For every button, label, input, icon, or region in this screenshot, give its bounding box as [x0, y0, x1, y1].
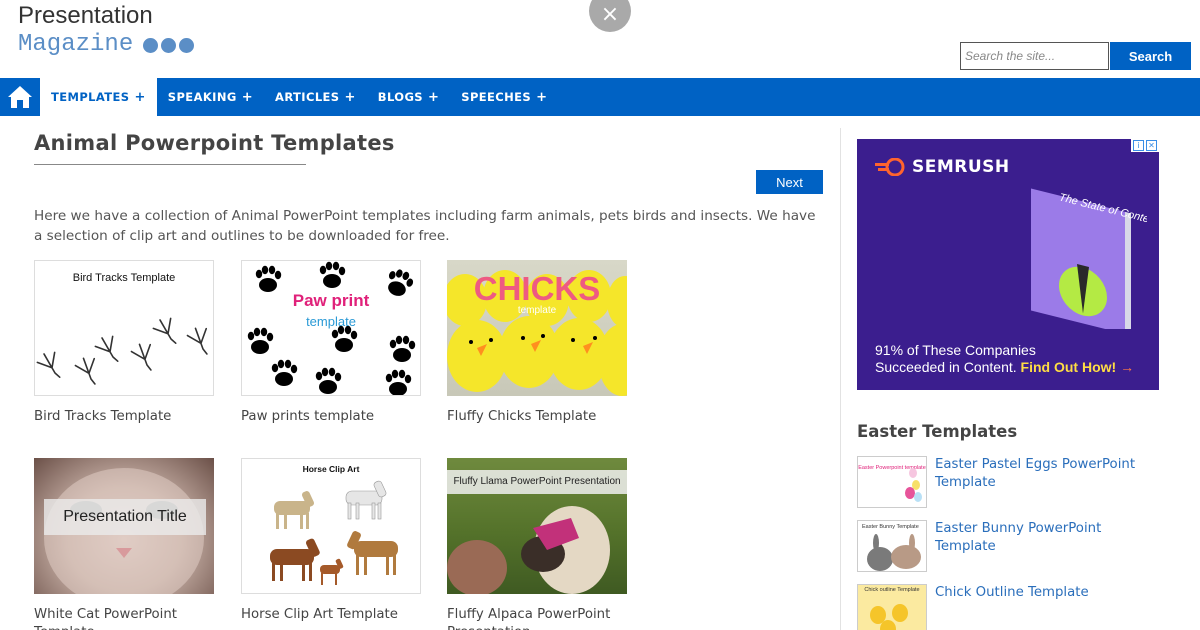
search-input[interactable] — [960, 42, 1109, 70]
close-icon: × — [600, 1, 620, 27]
card-caption[interactable]: Horse Clip Art Template — [241, 606, 421, 624]
search-button[interactable]: Search — [1110, 42, 1191, 70]
nav-item-speeches[interactable]: SPEECHES + — [450, 78, 558, 116]
template-card-fluffy-chicks[interactable]: CHICKS template Fluffy Chicks Template — [447, 260, 627, 426]
sidebar-item-easter-eggs[interactable]: Easter Powerpoint template Easter Pastel… — [857, 456, 1157, 508]
bird-track-icon — [36, 317, 208, 385]
sidebar-heading: Easter Templates — [857, 422, 1018, 441]
sidebar-item-chick-outline[interactable]: Chick outline Template Chick Outline Tem… — [857, 584, 1157, 630]
close-button[interactable]: × — [589, 0, 631, 32]
logo-text-presentation: Presentation — [18, 2, 153, 29]
thumb-title: CHICKS — [473, 270, 601, 307]
main-nav: TEMPLATES + SPEAKING + ARTICLES + BLOGS + SP… — [0, 78, 1200, 116]
thumb-subtitle: template — [517, 305, 557, 316]
ad-cta-link[interactable]: Find Out How! — [1021, 359, 1117, 375]
bunny-icon — [867, 534, 921, 571]
card-caption[interactable]: Paw prints template — [241, 408, 421, 426]
paw-prints-thumbnail[interactable]: Paw print template — [241, 260, 421, 396]
logo-magazine-word: Magazine — [18, 31, 134, 58]
semrush-ad[interactable]: i ✕ SEMRUSH The State of Content Marketi… — [857, 139, 1159, 390]
ad-choices[interactable]: i ✕ — [1131, 139, 1159, 152]
nav-item-blogs[interactable]: BLOGS + — [367, 78, 450, 116]
nav-home[interactable] — [0, 78, 40, 116]
nav-item-speaking[interactable]: SPEAKING + — [157, 78, 264, 116]
intro-paragraph: Here we have a collection of Animal Powe… — [34, 208, 816, 244]
easter-bunny-thumbnail[interactable]: Easter Bunny Template — [857, 520, 927, 572]
logo-dots-icon — [143, 37, 195, 53]
sidebar-item-label[interactable]: Chick Outline Template — [935, 584, 1089, 630]
ad-brand: SEMRUSH — [875, 157, 1010, 177]
white-cat-thumbnail[interactable]: Presentation Title — [34, 458, 214, 594]
alpaca-icon — [447, 506, 610, 594]
chick-outline-thumbnail[interactable]: Chick outline Template — [857, 584, 927, 630]
plus-icon: + — [134, 89, 146, 105]
ad-close-icon[interactable]: ✕ — [1146, 140, 1157, 151]
ad-copy: 91% of These Companies Succeeded in Cont… — [875, 342, 1134, 376]
thumb-subtitle: template — [306, 314, 356, 329]
title-underline — [34, 164, 306, 165]
sidebar-item-label[interactable]: Easter Pastel Eggs PowerPoint Template — [935, 456, 1157, 508]
thumb-title: Presentation Title — [44, 499, 206, 535]
ad-copy-line2: Succeeded in Content. — [875, 359, 1017, 375]
ad-brand-name: SEMRUSH — [912, 157, 1010, 177]
template-card-paw-prints[interactable]: Paw print template Paw prints template — [241, 260, 421, 426]
sidebar-item-easter-bunny[interactable]: Easter Bunny Template Easter Bunny Power… — [857, 520, 1157, 572]
ad-copy-line1: 91% of These Companies — [875, 342, 1036, 358]
card-caption[interactable]: Fluffy Chicks Template — [447, 408, 627, 426]
card-caption[interactable]: Bird Tracks Template — [34, 408, 214, 426]
ebook-icon: The State of Content Marketing — [1031, 188, 1147, 329]
horse-clip-art-thumbnail[interactable]: Horse Clip Art — [241, 458, 421, 594]
fluffy-chicks-thumbnail[interactable]: CHICKS template — [447, 260, 627, 396]
home-icon — [8, 86, 32, 108]
template-card-bird-tracks[interactable]: Bird Tracks Template Bird Tracks Templat… — [34, 260, 214, 426]
nav-item-templates[interactable]: TEMPLATES + — [40, 78, 157, 116]
plus-icon: + — [344, 89, 356, 105]
plus-icon: + — [536, 89, 548, 105]
next-button[interactable]: Next — [756, 170, 823, 194]
easter-eggs-thumbnail[interactable]: Easter Powerpoint template — [857, 456, 927, 508]
chick-outline-icon — [870, 604, 908, 630]
plus-icon: + — [241, 89, 254, 105]
site-logo[interactable]: Presentation Magazine — [18, 2, 195, 60]
column-divider — [840, 128, 841, 630]
ad-info-icon[interactable]: i — [1133, 140, 1144, 151]
arrow-right-icon: → — [1120, 359, 1135, 375]
card-caption[interactable]: White Cat PowerPoint Template — [34, 606, 214, 630]
horse-icon — [270, 480, 398, 585]
card-caption[interactable]: Fluffy Alpaca PowerPoint Presentation — [447, 606, 627, 630]
nav-item-articles[interactable]: ARTICLES + — [264, 78, 367, 116]
template-card-white-cat[interactable]: Presentation Title White Cat PowerPoint … — [34, 458, 214, 630]
template-card-fluffy-alpaca[interactable]: Fluffy Llama PowerPoint Presentation Flu… — [447, 458, 627, 630]
easter-egg-icon — [905, 468, 922, 502]
bird-tracks-thumbnail[interactable]: Bird Tracks Template — [34, 260, 214, 396]
sidebar-item-label[interactable]: Easter Bunny PowerPoint Template — [935, 520, 1157, 572]
fluffy-alpaca-thumbnail[interactable]: Fluffy Llama PowerPoint Presentation — [447, 458, 627, 594]
template-card-horse-clip-art[interactable]: Horse Clip Art Horse Clip Art Template — [241, 458, 421, 624]
thumb-title: Paw print — [292, 291, 370, 310]
page-title: Animal Powerpoint Templates — [34, 131, 395, 155]
plus-icon: + — [427, 89, 440, 105]
semrush-logo-icon — [875, 158, 905, 176]
logo-text-magazine: Magazine — [18, 30, 195, 60]
